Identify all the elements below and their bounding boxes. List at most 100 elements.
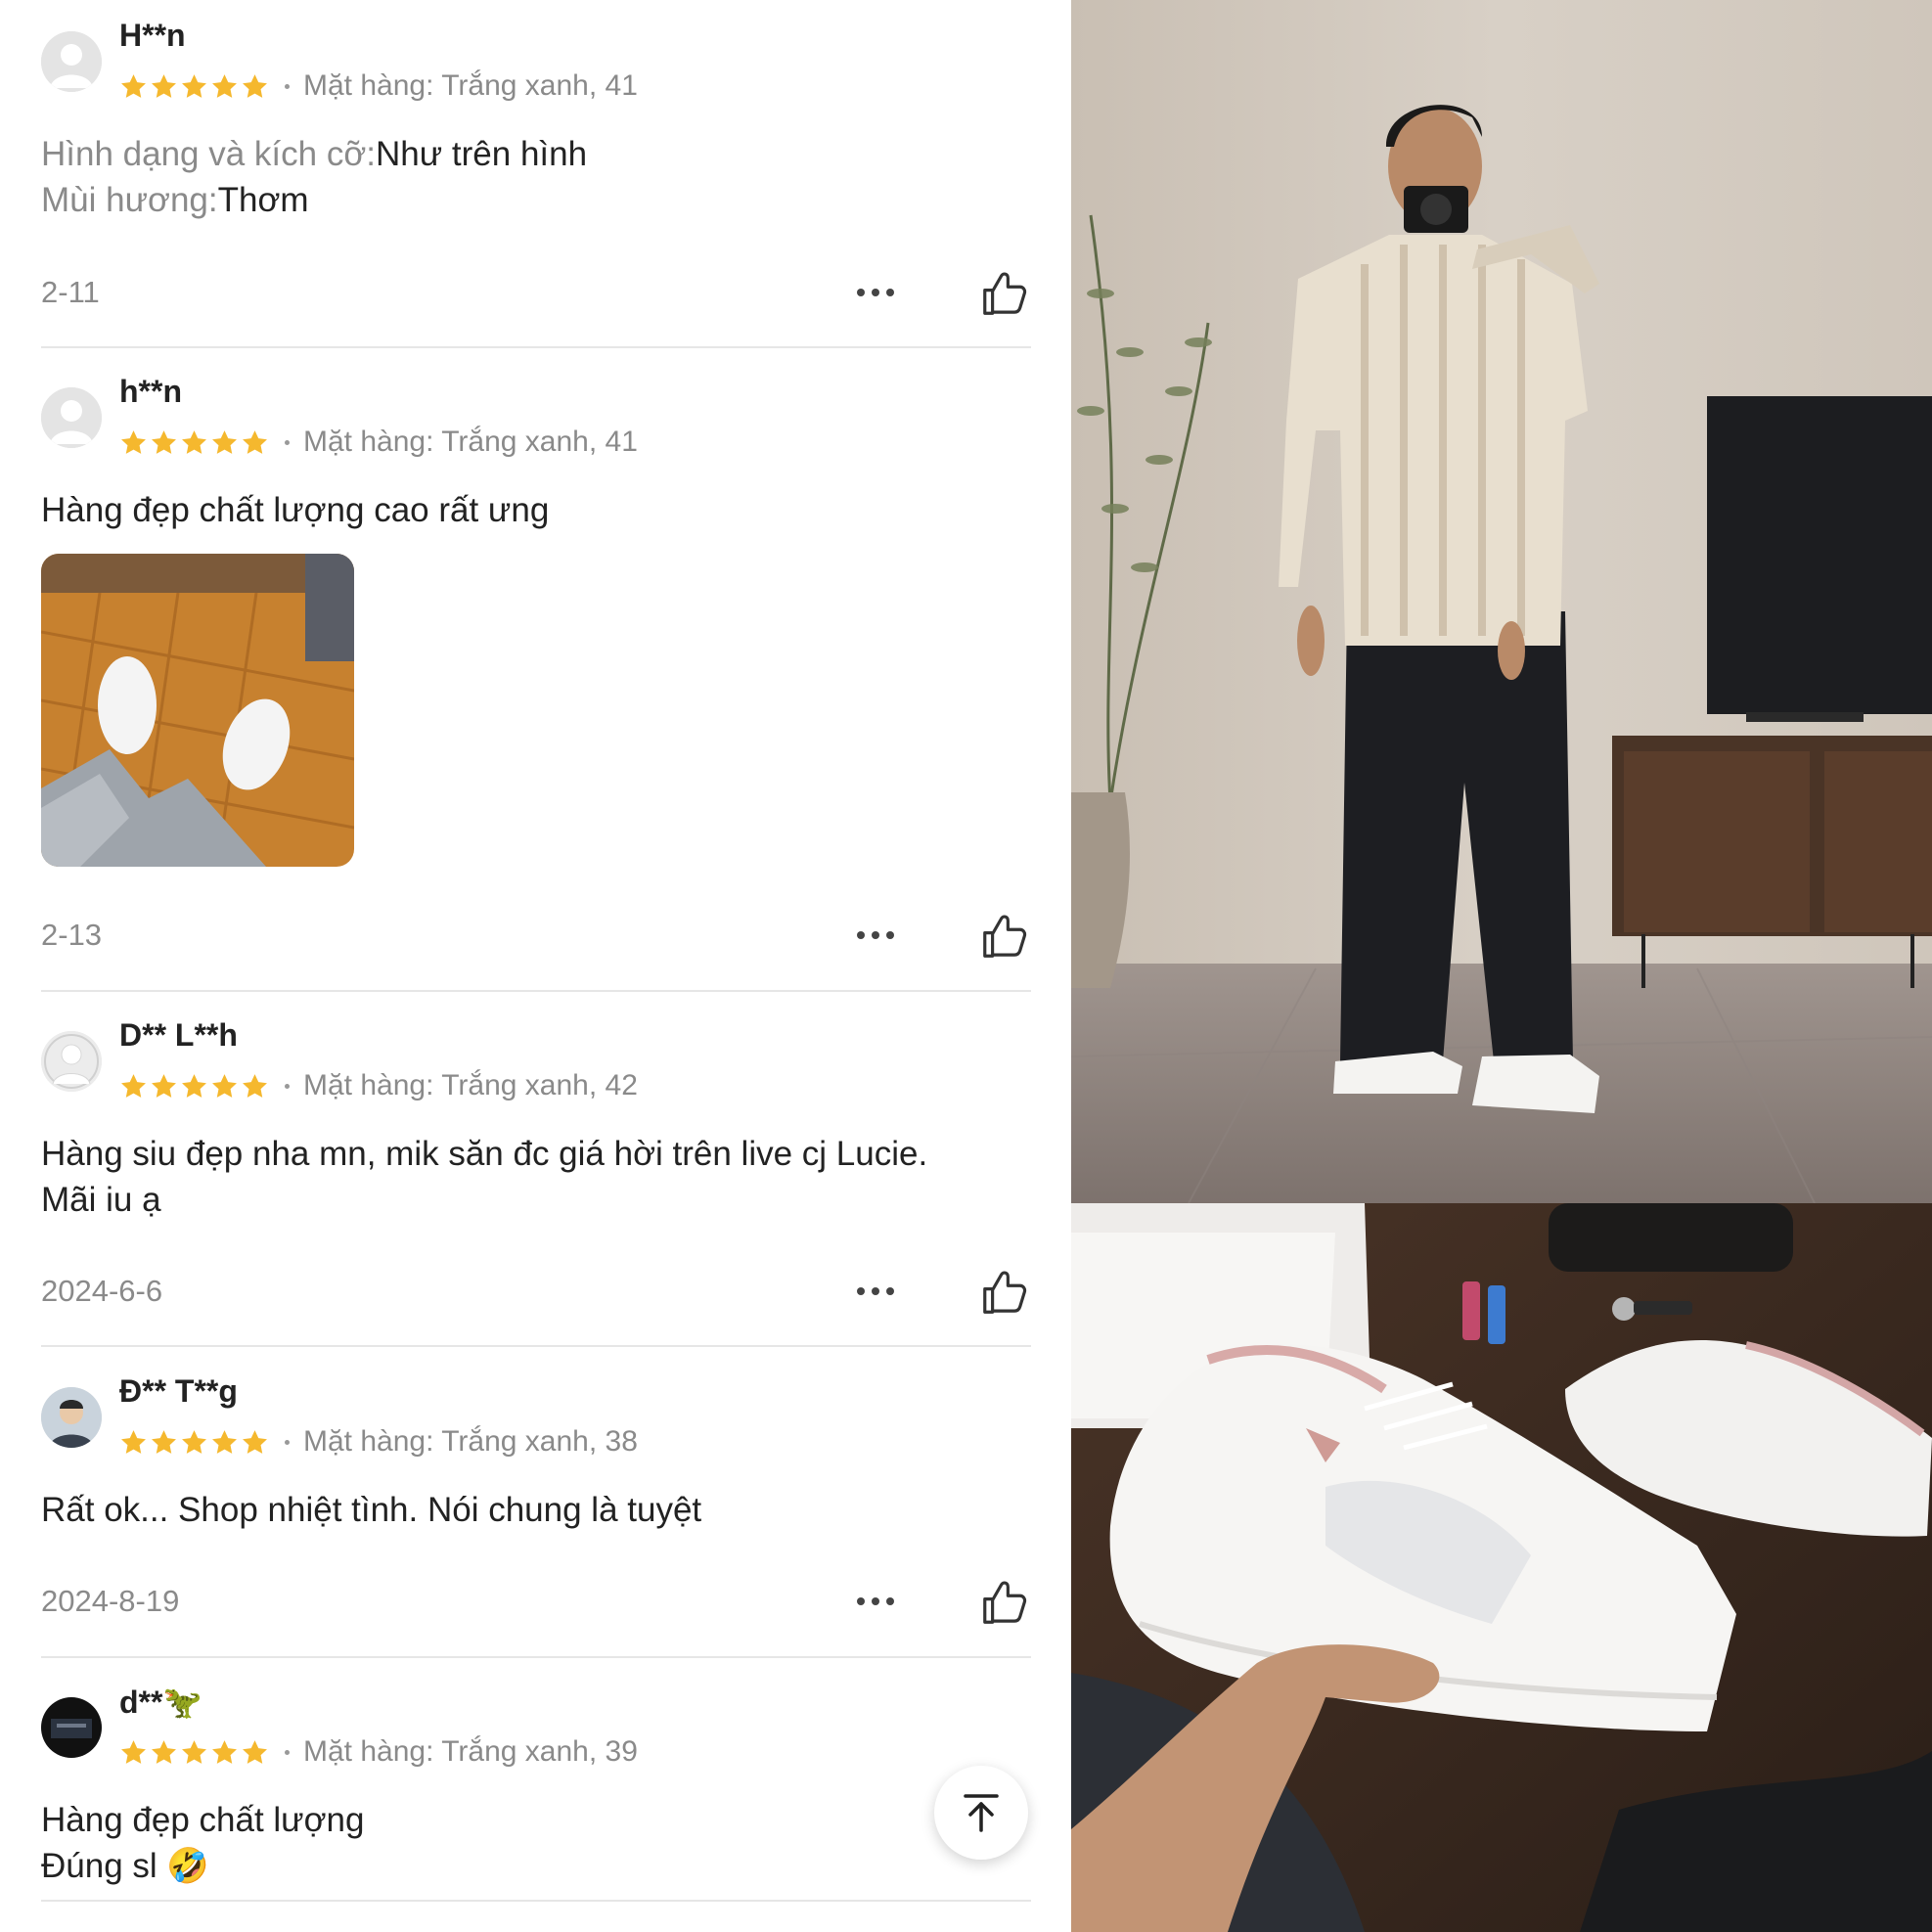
review-text-line: Hàng siu đẹp nha mn, mik săn đc giá hời …	[41, 1135, 928, 1173]
star-icon	[121, 1739, 146, 1764]
reviewer-name: h**n	[119, 374, 182, 409]
star-icon	[243, 1429, 267, 1454]
review-item: Đ** T**g Mặt hàng: Trắng xanh, 38 Rất ok…	[41, 1373, 1031, 1661]
reviewer-name: D** L**h	[119, 1017, 238, 1053]
attribute-value: Thơm	[217, 181, 309, 219]
review-item: D** L**h Mặt hàng: Trắng xanh, 42 Hàng s…	[41, 1017, 1031, 1344]
attribute-label: Mùi hương:	[41, 181, 218, 219]
star-icon	[182, 1429, 206, 1454]
review-text-line: Mãi iu ạ	[41, 1181, 161, 1219]
review-text: Hàng đẹp chất lượng cao rất ưng	[41, 491, 550, 529]
rating-row: Mặt hàng: Trắng xanh, 38	[119, 1422, 638, 1461]
star-icon	[212, 1073, 237, 1098]
review-text-line: Đúng sl 🤣	[41, 1847, 209, 1885]
review-date: 2024-6-6	[41, 1274, 163, 1308]
review-text: Hàng siu đẹp nha mn, mik săn đc giá hời …	[41, 1131, 1031, 1223]
separator-dot	[285, 83, 290, 89]
more-dots-icon[interactable]	[848, 1270, 903, 1313]
arrow-up-to-line-icon	[964, 1794, 999, 1832]
star-rating	[119, 1072, 269, 1101]
thumbs-up-icon[interactable]	[978, 267, 1031, 320]
variant-label: Mặt hàng: Trắng xanh, 38	[303, 1425, 638, 1458]
thumbs-up-icon[interactable]	[978, 1576, 1031, 1629]
separator-dot	[285, 1439, 290, 1445]
user-photo-avatar	[41, 1697, 102, 1758]
star-icon	[182, 1073, 206, 1098]
review-item: H**n Mặt hàng: Trắng xanh, 41 Hình dạng …	[41, 18, 1031, 316]
review-footer: 2024-8-19	[41, 1576, 1031, 1625]
star-icon	[121, 429, 146, 454]
review-item: d**🦖 Mặt hàng: Trắng xanh, 39 Hàng đẹp c…	[41, 1685, 1031, 1932]
star-icon	[212, 73, 237, 98]
divider	[41, 990, 1031, 992]
star-rating	[119, 428, 269, 457]
rating-row: Mặt hàng: Trắng xanh, 41	[119, 67, 638, 106]
star-icon	[243, 1073, 267, 1098]
avatar[interactable]	[41, 387, 102, 448]
review-text-line: Hàng đẹp chất lượng	[41, 1801, 365, 1839]
attribute-label: Hình dạng và kích cỡ:	[41, 135, 377, 173]
review-footer: 2-11	[41, 267, 1031, 316]
separator-dot	[285, 1083, 290, 1089]
sneaker-in-hand-photo	[1071, 1203, 1932, 1932]
default-avatar-icon	[41, 31, 102, 92]
review-text: Hàng đẹp chất lượng Đúng sl 🤣	[41, 1797, 1031, 1889]
star-icon	[152, 73, 176, 98]
star-icon	[121, 1429, 146, 1454]
star-icon	[212, 1739, 237, 1764]
separator-dot	[285, 439, 290, 445]
star-icon	[152, 429, 176, 454]
review-list: H**n Mặt hàng: Trắng xanh, 41 Hình dạng …	[0, 0, 1071, 1932]
review-photo-image	[41, 554, 354, 867]
star-icon	[121, 1073, 146, 1098]
separator-dot	[285, 1749, 290, 1755]
avatar[interactable]	[41, 1387, 102, 1448]
lifestyle-photo	[1071, 0, 1932, 1203]
review-date: 2024-8-19	[41, 1584, 180, 1618]
review-item: h**n Mặt hàng: Trắng xanh, 41 Hàng đẹp c…	[41, 374, 1031, 994]
attribute-value: Như trên hình	[376, 135, 588, 173]
star-icon	[152, 1073, 176, 1098]
more-dots-icon[interactable]	[848, 914, 903, 957]
star-icon	[243, 73, 267, 98]
default-avatar-icon	[41, 387, 102, 448]
variant-label: Mặt hàng: Trắng xanh, 41	[303, 426, 638, 458]
back-to-top-button[interactable]	[934, 1766, 1028, 1860]
thumbs-up-icon[interactable]	[978, 1266, 1031, 1319]
user-photo-avatar	[41, 1387, 102, 1448]
avatar[interactable]	[41, 1031, 102, 1092]
review-footer: 2024-6-6	[41, 1266, 1031, 1315]
attribute-row: Hình dạng và kích cỡ:Như trên hình	[41, 131, 1031, 177]
star-icon	[243, 429, 267, 454]
rating-row: Mặt hàng: Trắng xanh, 42	[119, 1066, 638, 1105]
rating-row: Mặt hàng: Trắng xanh, 41	[119, 423, 638, 462]
variant-label: Mặt hàng: Trắng xanh, 41	[303, 69, 638, 102]
star-icon	[152, 1429, 176, 1454]
avatar[interactable]	[41, 31, 102, 92]
star-icon	[212, 1429, 237, 1454]
star-icon	[152, 1739, 176, 1764]
reviewer-name: Đ** T**g	[119, 1373, 238, 1409]
variant-label: Mặt hàng: Trắng xanh, 39	[303, 1735, 638, 1768]
divider	[41, 1900, 1031, 1902]
reviewer-name: d**🦖	[119, 1685, 202, 1720]
star-icon	[182, 429, 206, 454]
reviewer-name: H**n	[119, 18, 186, 53]
avatar[interactable]	[41, 1697, 102, 1758]
more-dots-icon[interactable]	[848, 1580, 903, 1623]
star-icon	[182, 1739, 206, 1764]
attribute-row: Mùi hương:Thơm	[41, 177, 1031, 223]
star-icon	[121, 73, 146, 98]
star-icon	[212, 429, 237, 454]
divider	[41, 346, 1031, 348]
review-attributes: Hình dạng và kích cỡ:Như trên hình Mùi h…	[41, 131, 1031, 223]
star-icon	[243, 1739, 267, 1764]
thumbs-up-icon[interactable]	[978, 910, 1031, 963]
divider	[41, 1656, 1031, 1658]
review-footer: 2-13	[41, 910, 1031, 959]
review-photo[interactable]	[41, 554, 354, 867]
default-avatar-icon	[41, 1031, 102, 1092]
more-dots-icon[interactable]	[848, 271, 903, 314]
star-rating	[119, 1738, 269, 1767]
rating-row: Mặt hàng: Trắng xanh, 39	[119, 1732, 638, 1772]
